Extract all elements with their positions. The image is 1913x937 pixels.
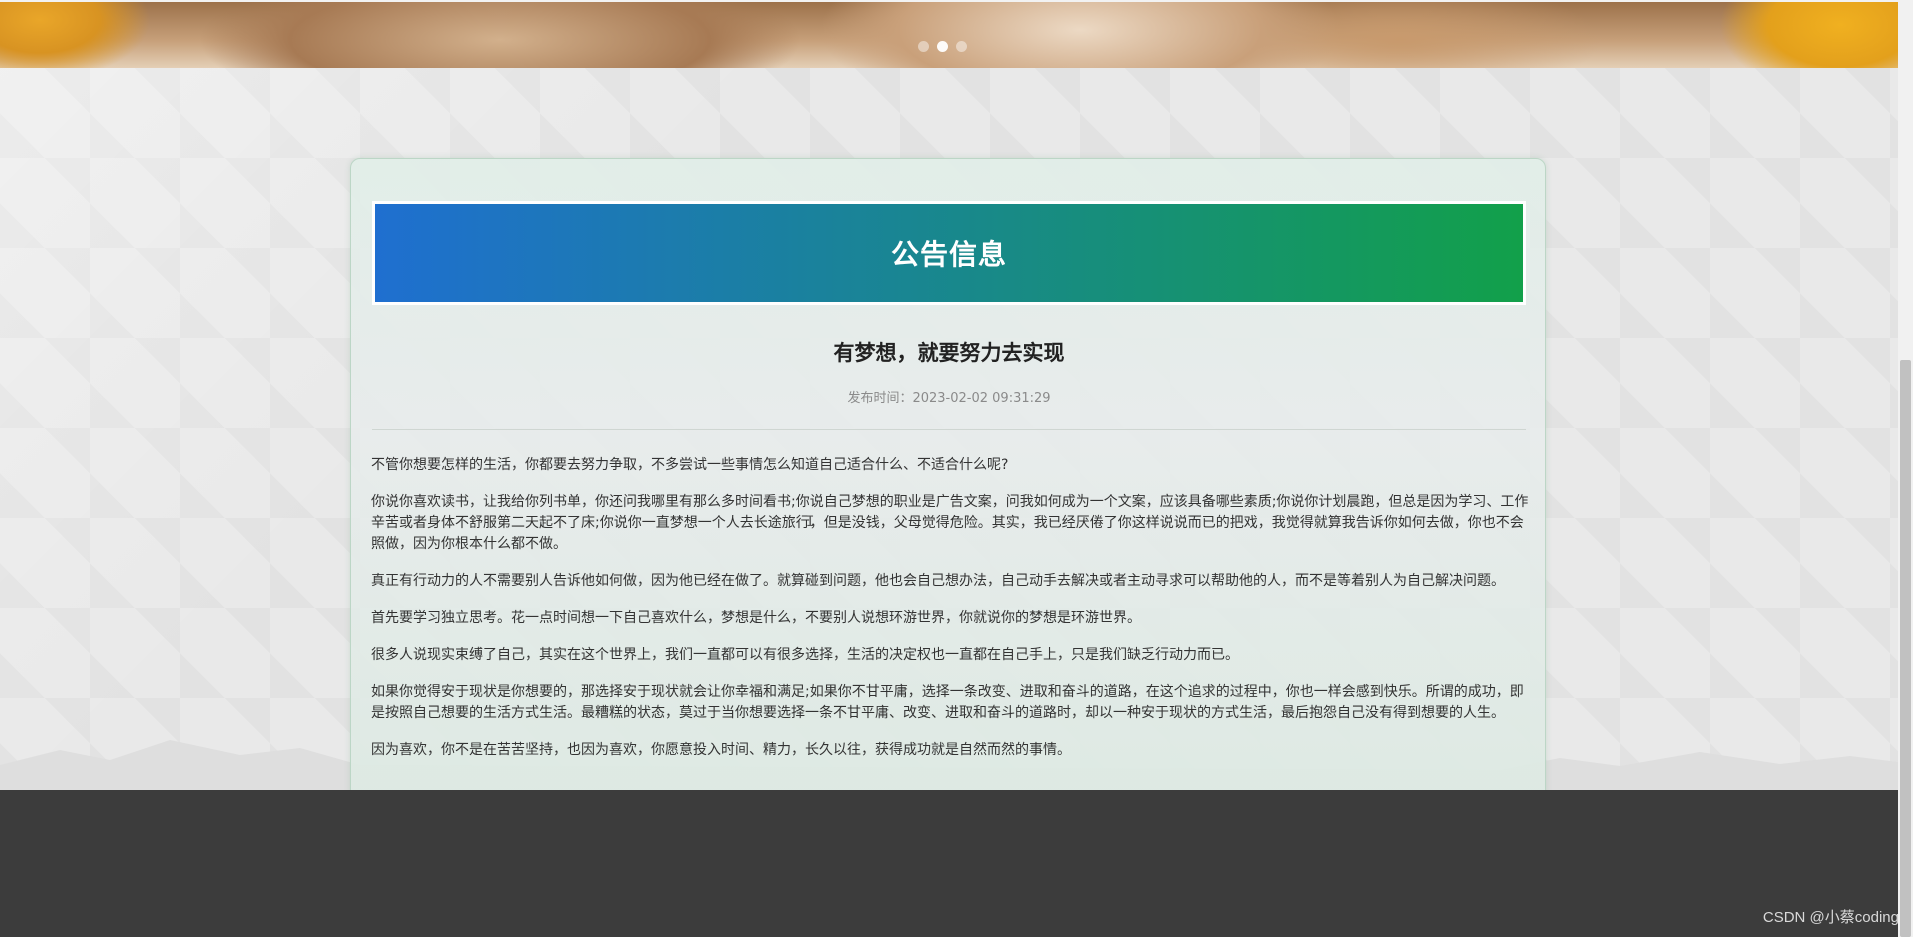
publish-label: 发布时间： [847, 391, 913, 406]
page-background: 公告信息 有梦想，就要努力去实现 发布时间：2023-02-02 09:31:2… [0, 68, 1898, 837]
notice-card: 公告信息 有梦想，就要努力去实现 发布时间：2023-02-02 09:31:2… [350, 158, 1546, 837]
page-footer [0, 790, 1898, 937]
carousel-dot-1[interactable] [918, 41, 929, 52]
notice-header-banner: 公告信息 [372, 201, 1526, 305]
divider [372, 429, 1526, 430]
article-paragraph: 如果你觉得安于现状是你想要的，那选择安于现状就会让你幸福和满足;如果你不甘平庸，… [371, 684, 1524, 721]
csdn-watermark: CSDN @小蔡coding [1762, 909, 1899, 926]
publish-time: 2023-02-02 09:31:29 [912, 391, 1051, 406]
publish-info: 发布时间：2023-02-02 09:31:29 [351, 387, 1547, 406]
article-paragraph: 因为喜欢，你不是在苦苦坚持，也因为喜欢，你愿意投入时间、精力，长久以往，获得成功… [371, 742, 1071, 758]
banner-top-edge [0, 0, 1898, 2]
carousel-dot-3[interactable] [956, 41, 967, 52]
carousel-dots [918, 41, 967, 52]
carousel-dot-2[interactable] [937, 41, 948, 52]
article-content: 不管你想要怎样的生活，你都要去努力争取，不多尝试一些事情怎么知道自己适合什么、不… [371, 455, 1529, 777]
banner-carousel[interactable] [0, 0, 1898, 68]
article-paragraph: 首先要学习独立思考。花一点时间想一下自己喜欢什么，梦想是什么，不要别人说想环游世… [371, 610, 1141, 626]
scrollbar-thumb[interactable] [1900, 360, 1911, 937]
text-cursor-icon: I [806, 514, 815, 530]
article-paragraph: 你说你喜欢读书，让我给你列书单，你还问我哪里有那么多时间看书;你说自己梦想的职业… [371, 494, 1529, 552]
article-paragraph: 很多人说现实束缚了自己，其实在这个世界上，我们一直都可以有很多选择，生活的决定权… [371, 647, 1239, 663]
page: 公告信息 有梦想，就要努力去实现 发布时间：2023-02-02 09:31:2… [0, 0, 1898, 937]
vertical-scrollbar[interactable] [1898, 0, 1913, 937]
article-paragraph: 真正有行动力的人不需要别人告诉他如何做，因为他已经在做了。就算碰到问题，他也会自… [371, 573, 1505, 589]
notice-header-title: 公告信息 [890, 238, 1007, 271]
article-paragraph: 不管你想要怎样的生活，你都要去努力争取，不多尝试一些事情怎么知道自己适合什么、不… [371, 457, 1009, 473]
article-title: 有梦想，就要努力去实现 [833, 341, 1065, 365]
